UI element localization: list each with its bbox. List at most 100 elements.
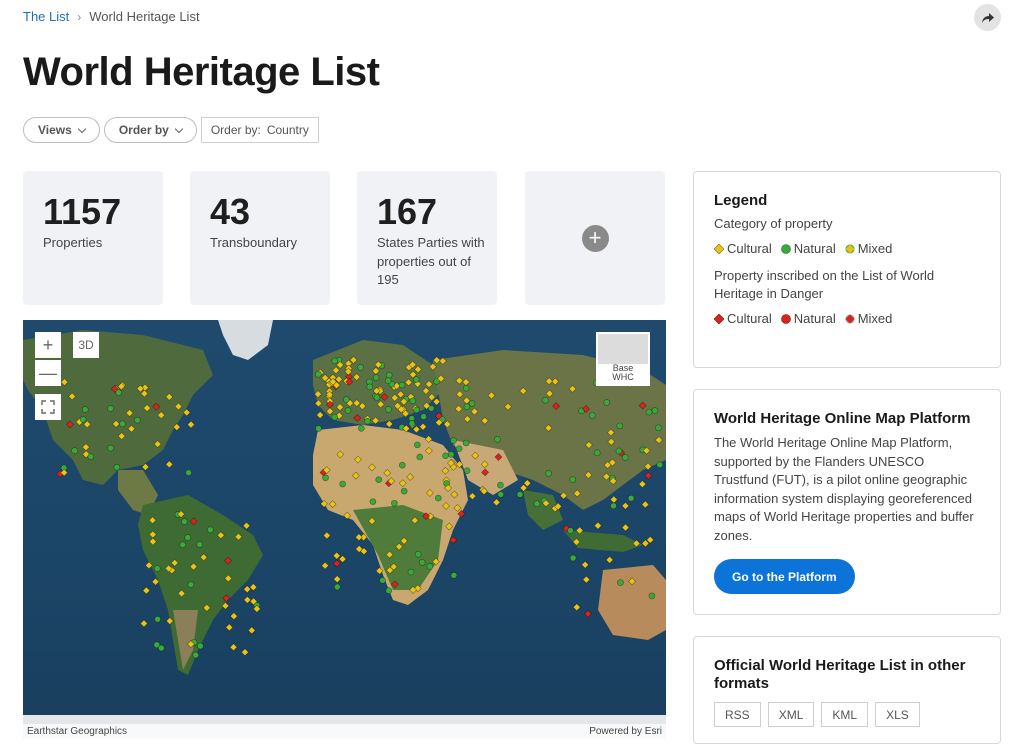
- natural-site-marker[interactable]: [494, 435, 501, 443]
- views-dropdown[interactable]: Views: [23, 117, 100, 143]
- natural-site-marker[interactable]: [656, 461, 664, 468]
- attribution-powered[interactable]: Powered by Esri: [589, 726, 662, 739]
- natural-site-marker[interactable]: [153, 565, 161, 572]
- natural-site-marker[interactable]: [418, 559, 426, 566]
- natural-site-marker[interactable]: [158, 644, 165, 652]
- natural-site-marker[interactable]: [603, 399, 611, 406]
- natural-site-marker[interactable]: [569, 554, 577, 562]
- natural-site-marker[interactable]: [447, 451, 455, 458]
- natural-site-marker[interactable]: [154, 615, 161, 623]
- go-to-platform-button[interactable]: Go to the Platform: [714, 559, 855, 594]
- natural-site-marker[interactable]: [426, 563, 434, 570]
- natural-site-marker[interactable]: [197, 642, 204, 650]
- natural-site-marker[interactable]: [192, 651, 200, 659]
- natural-site-marker[interactable]: [420, 413, 427, 420]
- natural-site-marker[interactable]: [462, 439, 470, 447]
- natural-site-marker[interactable]: [450, 437, 457, 444]
- natural-site-marker[interactable]: [385, 371, 393, 379]
- natural-site-marker[interactable]: [645, 408, 653, 416]
- natural-site-marker[interactable]: [516, 491, 524, 498]
- natural-site-marker[interactable]: [87, 453, 95, 460]
- format-kml-button[interactable]: KML: [821, 702, 869, 727]
- natural-site-marker[interactable]: [372, 374, 380, 381]
- natural-site-marker[interactable]: [115, 389, 122, 396]
- natural-site-marker[interactable]: [119, 420, 126, 428]
- natural-site-marker[interactable]: [434, 494, 442, 502]
- zoom-out-button[interactable]: —: [35, 360, 61, 386]
- breadcrumb-home-link[interactable]: The List: [23, 9, 69, 24]
- order-by-current[interactable]: Order by: Country: [200, 117, 319, 143]
- natural-site-marker[interactable]: [610, 502, 617, 510]
- natural-site-marker[interactable]: [375, 476, 383, 483]
- natural-site-marker[interactable]: [545, 470, 552, 477]
- format-rss-button[interactable]: RSS: [714, 702, 761, 727]
- natural-site-marker[interactable]: [79, 416, 87, 423]
- natural-site-marker[interactable]: [207, 526, 214, 534]
- natural-site-marker[interactable]: [468, 400, 476, 407]
- natural-site-marker[interactable]: [179, 541, 186, 549]
- natural-site-marker[interactable]: [442, 452, 449, 460]
- natural-site-marker[interactable]: [331, 357, 339, 365]
- natural-site-marker[interactable]: [81, 406, 89, 413]
- order-by-dropdown[interactable]: Order by: [103, 117, 197, 143]
- natural-site-marker[interactable]: [373, 394, 381, 401]
- natural-site-marker[interactable]: [409, 397, 417, 405]
- natural-site-marker[interactable]: [533, 500, 541, 508]
- world-map[interactable]: + — 3D Base WHC Earthstar Geographics Po…: [23, 320, 666, 739]
- share-button[interactable]: [974, 4, 1001, 31]
- natural-site-marker[interactable]: [385, 587, 393, 594]
- natural-site-marker[interactable]: [414, 550, 422, 558]
- natural-site-marker[interactable]: [648, 592, 656, 600]
- natural-site-marker[interactable]: [399, 461, 406, 469]
- natural-site-marker[interactable]: [400, 487, 408, 495]
- natural-site-marker[interactable]: [627, 494, 635, 502]
- natural-site-marker[interactable]: [413, 406, 420, 414]
- natural-site-marker[interactable]: [455, 445, 463, 452]
- natural-site-marker[interactable]: [414, 441, 421, 449]
- natural-site-marker[interactable]: [366, 383, 374, 391]
- natural-site-marker[interactable]: [497, 481, 504, 489]
- map-canvas[interactable]: [23, 320, 666, 739]
- natural-site-marker[interactable]: [331, 413, 338, 421]
- natural-site-marker[interactable]: [379, 577, 386, 584]
- natural-site-marker[interactable]: [567, 527, 574, 534]
- natural-site-marker[interactable]: [357, 364, 364, 371]
- natural-site-marker[interactable]: [315, 370, 322, 378]
- natural-site-marker[interactable]: [315, 425, 322, 432]
- natural-site-marker[interactable]: [344, 407, 352, 414]
- natural-site-marker[interactable]: [339, 480, 346, 488]
- natural-site-marker[interactable]: [322, 474, 329, 482]
- natural-site-marker[interactable]: [542, 396, 549, 404]
- natural-site-marker[interactable]: [616, 422, 624, 430]
- zoom-in-button[interactable]: +: [35, 332, 61, 358]
- natural-site-marker[interactable]: [369, 498, 377, 505]
- natural-site-marker[interactable]: [181, 518, 188, 525]
- 3d-toggle-button[interactable]: 3D: [73, 332, 99, 358]
- natural-site-marker[interactable]: [408, 420, 416, 427]
- natural-site-marker[interactable]: [187, 581, 195, 588]
- add-stat-button[interactable]: +: [525, 171, 665, 305]
- natural-site-marker[interactable]: [364, 417, 371, 425]
- natural-site-marker[interactable]: [113, 463, 121, 471]
- natural-site-marker[interactable]: [398, 381, 406, 389]
- natural-site-marker[interactable]: [407, 568, 415, 576]
- natural-site-marker[interactable]: [391, 499, 398, 507]
- natural-site-marker[interactable]: [384, 377, 392, 384]
- natural-site-marker[interactable]: [450, 572, 458, 579]
- natural-site-marker[interactable]: [615, 447, 623, 455]
- natural-site-marker[interactable]: [617, 579, 624, 586]
- natural-site-marker[interactable]: [497, 491, 505, 498]
- natural-site-marker[interactable]: [334, 583, 341, 591]
- natural-site-marker[interactable]: [569, 476, 577, 483]
- natural-site-marker[interactable]: [412, 376, 420, 383]
- natural-site-marker[interactable]: [134, 416, 141, 424]
- natural-site-marker[interactable]: [385, 406, 392, 413]
- natural-site-marker[interactable]: [107, 444, 115, 452]
- natural-site-marker[interactable]: [589, 412, 596, 419]
- natural-site-marker[interactable]: [621, 454, 629, 461]
- natural-site-marker[interactable]: [196, 541, 203, 548]
- natural-site-marker[interactable]: [463, 467, 471, 475]
- format-xml-button[interactable]: XML: [767, 702, 815, 727]
- expand-button[interactable]: [35, 394, 61, 420]
- natural-site-marker[interactable]: [184, 534, 192, 541]
